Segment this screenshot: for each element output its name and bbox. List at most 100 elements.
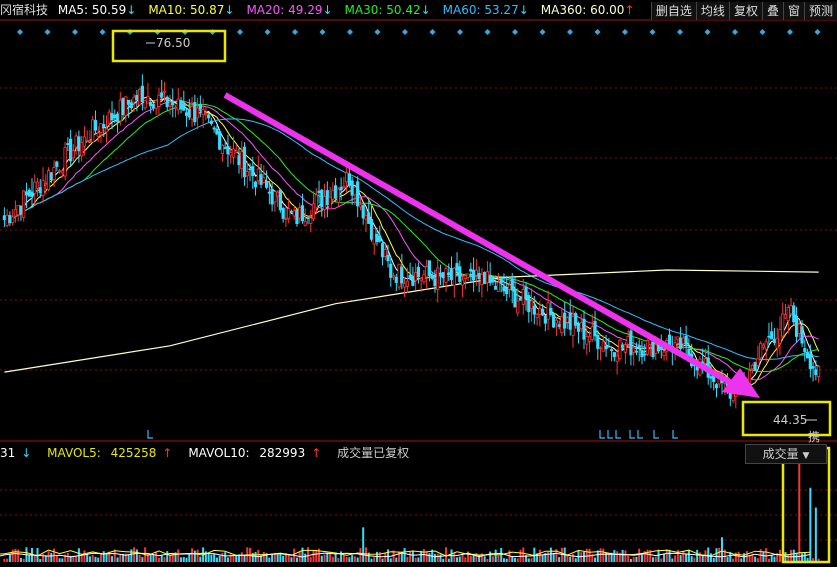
candle-body — [262, 177, 266, 183]
down-arrow-icon: ↓ — [518, 3, 529, 17]
volume-bar — [721, 537, 724, 562]
candle-body — [808, 353, 812, 370]
volume-bar — [177, 549, 180, 562]
candle-body — [483, 271, 487, 285]
toolbar-button[interactable]: 预测 — [803, 2, 837, 20]
volume-bar — [505, 558, 508, 562]
mavol10-label: MAVOL10: — [188, 446, 250, 460]
volume-bar — [306, 547, 309, 562]
toolbar-button[interactable]: 删自选 — [650, 2, 696, 20]
candle-body — [30, 191, 34, 197]
candle-body — [389, 263, 393, 278]
candle-body — [173, 106, 178, 109]
stock-name: 冈宿科技 — [0, 3, 49, 17]
candle-body — [212, 127, 216, 130]
candle-body — [488, 275, 492, 284]
ma-item: MA5: 50.59↓ — [57, 3, 137, 17]
volume-bar — [445, 547, 448, 562]
volume-bar — [105, 553, 108, 562]
candle-body — [637, 345, 641, 349]
volume-bar — [213, 554, 216, 562]
candle-body — [143, 100, 147, 109]
candle-body — [218, 131, 222, 150]
candle-body — [543, 315, 547, 324]
volume-bar — [351, 555, 354, 562]
candle-body — [129, 102, 133, 109]
candle-body — [259, 174, 263, 185]
volume-legend: 31 ↓ MAVOL5: 425258 ↑ MAVOL10: 282993 ↑ 成交量… — [0, 443, 837, 463]
volume-bar — [585, 548, 588, 562]
candle-body — [402, 283, 407, 288]
candle-body — [444, 268, 448, 283]
volume-bar — [737, 551, 740, 562]
volume-bar — [8, 553, 11, 562]
candle-body — [93, 120, 98, 131]
toolbar-button[interactable]: 窗 — [782, 2, 804, 20]
candle-body — [610, 349, 614, 351]
candle-body — [38, 187, 42, 194]
candle-body — [786, 307, 790, 321]
volume-bar — [83, 550, 86, 562]
candle-body — [574, 313, 578, 326]
candle-body — [565, 317, 570, 323]
volume-bar — [287, 555, 290, 562]
candle-body — [621, 344, 625, 348]
candle-body — [596, 334, 600, 349]
down-arrow-icon: ↓ — [21, 446, 32, 460]
indicator-selector[interactable]: 成交量 ▼ — [745, 444, 827, 464]
volume-bar — [276, 554, 279, 562]
candle-body — [505, 287, 509, 295]
volume-bar — [22, 558, 25, 562]
volume-bar — [707, 547, 710, 562]
volume-bar — [718, 547, 721, 562]
down-arrow-icon: ↓ — [126, 3, 137, 17]
volume-bar — [301, 547, 304, 562]
candle-body — [441, 272, 445, 279]
candle-body — [750, 364, 754, 370]
signal-mark-icon — [672, 430, 678, 439]
candle-body — [336, 188, 340, 203]
candle-body — [458, 266, 462, 282]
candle-body — [171, 101, 175, 106]
candle-body — [292, 210, 296, 217]
volume-bar — [574, 558, 577, 562]
candle-body — [154, 100, 158, 109]
volume-bar — [613, 550, 616, 562]
candle-body — [223, 147, 227, 149]
volume-bar — [638, 548, 641, 562]
volume-bar — [191, 548, 194, 562]
info-diamond-icon — [594, 29, 601, 35]
candle-body — [425, 266, 429, 278]
candle-body — [107, 111, 111, 124]
volume-bar — [547, 552, 550, 562]
candle-body — [179, 100, 183, 110]
candle-body — [529, 300, 534, 310]
ma-line — [4, 97, 820, 388]
candle-body — [253, 181, 258, 188]
volume-bar — [635, 556, 638, 562]
candle-body — [380, 243, 385, 258]
toolbar-button[interactable]: 复权 — [728, 2, 762, 20]
candle-body — [88, 140, 92, 143]
candle-body — [71, 150, 75, 159]
candle-body — [460, 279, 465, 286]
candle-body — [256, 168, 260, 182]
volume-bar — [353, 556, 356, 562]
candle-body — [284, 218, 288, 220]
volume-bar — [732, 558, 735, 562]
toolbar-button[interactable]: 均线 — [695, 2, 729, 20]
candle-body — [237, 155, 241, 166]
candle-body — [408, 274, 412, 280]
candle-body — [8, 215, 12, 224]
info-diamond-icon — [17, 29, 23, 35]
toolbar-button[interactable]: 叠 — [761, 2, 783, 20]
volume-bar — [11, 549, 14, 562]
volume-bar — [218, 555, 221, 562]
volume-bar — [798, 463, 801, 562]
candle-body — [115, 113, 120, 123]
candle-body — [104, 128, 109, 133]
candle-body — [781, 313, 785, 337]
volume-bar — [682, 551, 685, 562]
volume-bar — [560, 547, 563, 562]
volume-bar — [182, 557, 185, 562]
